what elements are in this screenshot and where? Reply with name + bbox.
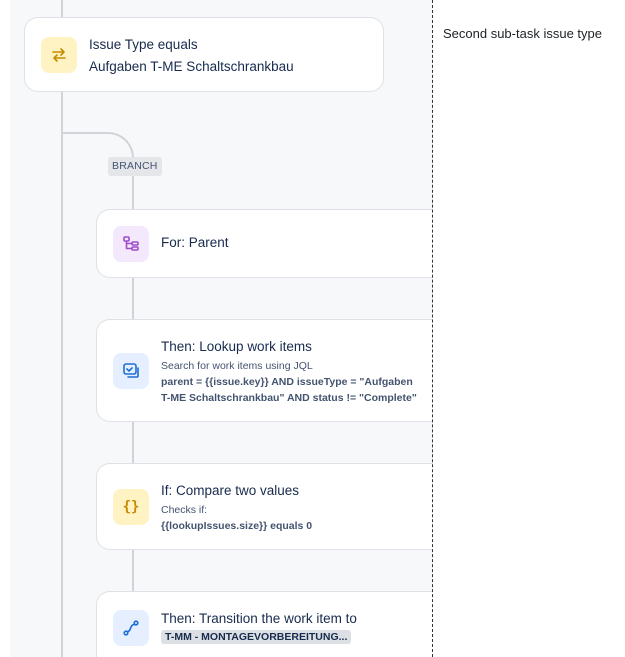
connector-main xyxy=(61,92,63,657)
hierarchy-icon xyxy=(113,226,149,262)
compare-expression: {{lookupIssues.size}} equals 0 xyxy=(161,520,313,532)
condition-value: Aufgaben T-ME Schaltschrankbau xyxy=(89,59,294,74)
compare-subtitle: Checks if: xyxy=(161,504,208,516)
connector-top xyxy=(61,0,63,18)
branch-badge: BRANCH xyxy=(108,157,162,176)
rule-canvas: Issue Type equals Aufgaben T-ME Schaltsc… xyxy=(10,0,433,657)
lookup-query-line-1: parent = {{issue.key}} AND issueType = "… xyxy=(161,376,413,388)
lookup-title: Then: Lookup work items xyxy=(161,339,312,354)
swap-arrows-icon xyxy=(41,37,77,73)
condition-title: Issue Type equals xyxy=(89,37,198,52)
connector-branch-3 xyxy=(132,422,134,464)
connector-branch-4 xyxy=(132,550,134,592)
for-parent-title: For: Parent xyxy=(161,235,229,250)
status-lozenge: T-MM - MONTAGEVORBEREITUNG... xyxy=(161,630,352,644)
lookup-icon xyxy=(113,353,149,389)
transition-card[interactable]: Then: Transition the work item to T-MM -… xyxy=(96,591,433,657)
compare-values-card[interactable]: {} If: Compare two values Checks if: {{l… xyxy=(96,463,433,550)
for-parent-card[interactable]: For: Parent xyxy=(96,209,433,278)
transition-icon xyxy=(113,610,149,646)
transition-title: Then: Transition the work item to xyxy=(161,611,357,626)
connector-branch-1 xyxy=(132,176,134,210)
panel-divider xyxy=(432,0,433,657)
lookup-query-line-2: T-ME Schaltschrankbau" AND status != "Co… xyxy=(161,392,417,404)
side-note: Second sub-task issue type xyxy=(443,26,602,41)
connector-branch-2 xyxy=(132,278,134,320)
compare-title: If: Compare two values xyxy=(161,483,300,498)
lookup-work-items-card[interactable]: Then: Lookup work items Search for work … xyxy=(96,319,433,422)
issue-type-condition-card[interactable]: Issue Type equals Aufgaben T-ME Schaltsc… xyxy=(24,17,384,92)
curly-braces-icon: {} xyxy=(113,489,149,525)
lookup-subtitle: Search for work items using JQL xyxy=(161,360,313,372)
